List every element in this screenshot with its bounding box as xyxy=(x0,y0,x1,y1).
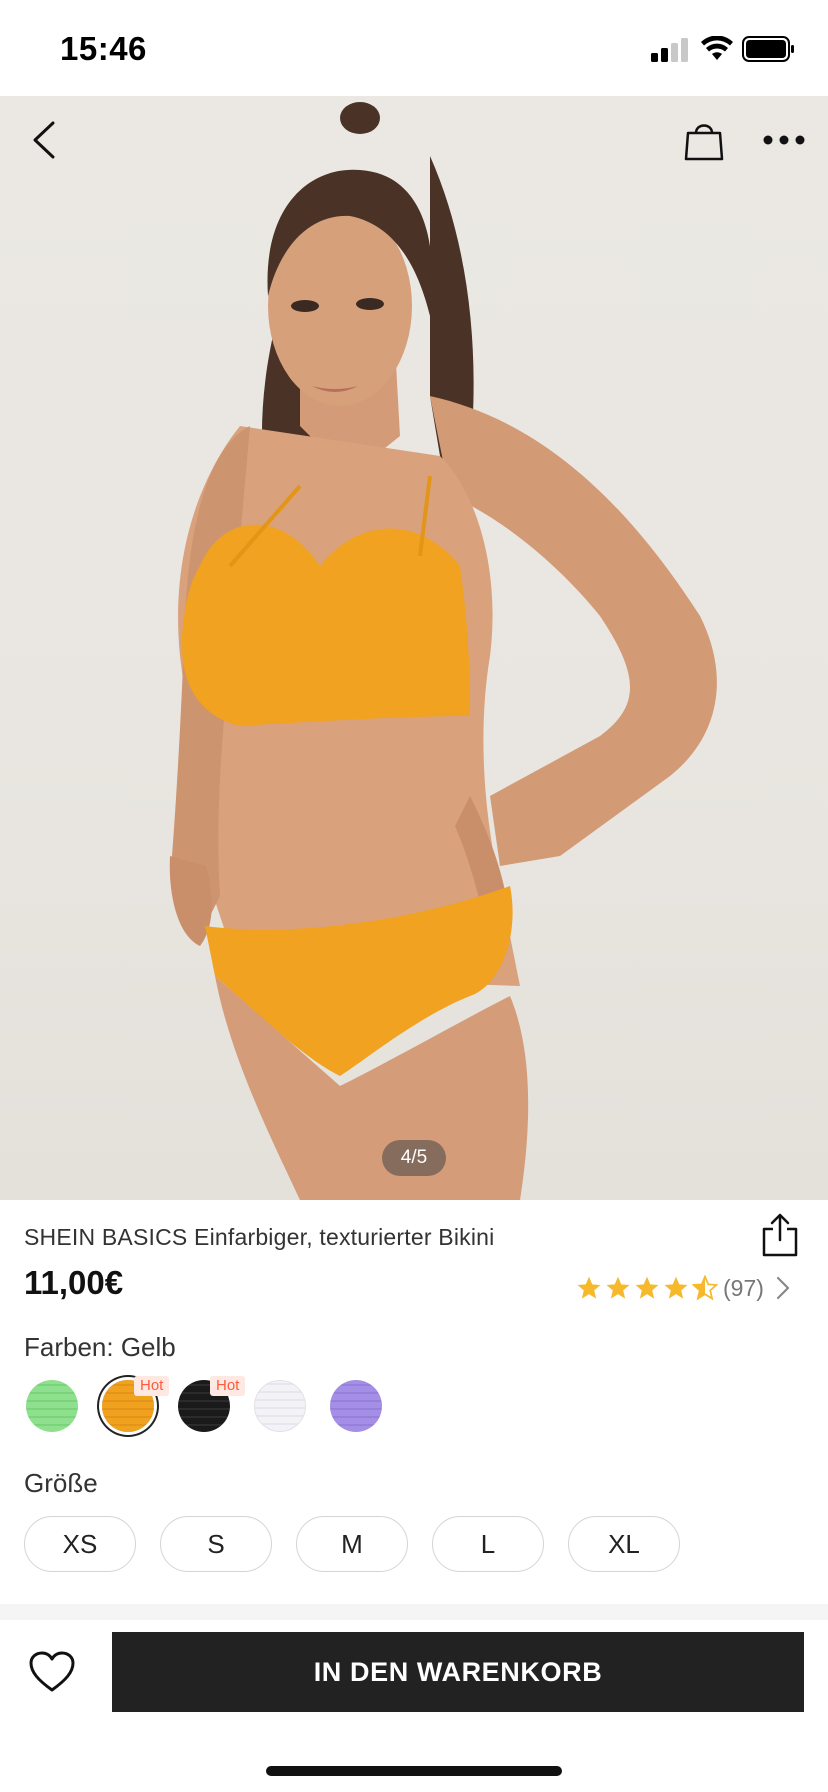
size-option-xl[interactable]: XL xyxy=(568,1516,680,1572)
size-option-m[interactable]: M xyxy=(296,1516,408,1572)
rating-summary[interactable]: (97) xyxy=(576,1270,792,1306)
more-horizontal-icon xyxy=(763,135,805,145)
star-icon xyxy=(577,1276,601,1299)
chevron-left-icon xyxy=(33,121,55,159)
wifi-icon xyxy=(701,36,733,60)
battery-icon xyxy=(742,36,794,62)
heart-icon xyxy=(29,1651,75,1692)
product-photo xyxy=(169,102,717,1200)
size-option-l[interactable]: L xyxy=(432,1516,544,1572)
size-option-xs[interactable]: XS xyxy=(24,1516,136,1572)
half-star-icon xyxy=(692,1275,718,1301)
home-indicator[interactable] xyxy=(266,1766,562,1776)
add-to-cart-button[interactable]: IN DEN WARENKORB xyxy=(112,1632,804,1712)
star-icon xyxy=(664,1276,688,1299)
chevron-right-icon xyxy=(776,1276,790,1300)
color-swatch-purple[interactable] xyxy=(330,1380,382,1432)
product-detail-screen: 15:46 4/5 SHEIN BASICS Einfarbiger, text… xyxy=(0,0,828,1792)
status-time: 15:46 xyxy=(60,30,147,67)
product-price: 11,00€ xyxy=(24,1264,124,1301)
wishlist-button[interactable] xyxy=(28,1650,76,1698)
share-icon xyxy=(762,1213,798,1257)
hot-badge: Hot xyxy=(134,1376,170,1396)
image-counter: 4/5 xyxy=(382,1140,446,1176)
color-swatch-green[interactable] xyxy=(26,1380,78,1432)
share-button[interactable] xyxy=(760,1212,800,1258)
product-image-gallery[interactable]: 4/5 xyxy=(0,96,828,1200)
size-option-s[interactable]: S xyxy=(160,1516,272,1572)
shopping-bag-button[interactable] xyxy=(680,116,728,164)
product-info: SHEIN BASICS Einfarbiger, texturierter B… xyxy=(0,1200,828,1604)
status-bar: 15:46 xyxy=(0,0,828,96)
bottom-action-bar: IN DEN WARENKORB xyxy=(0,1620,828,1792)
cellular-signal-icon xyxy=(651,38,688,62)
product-title: SHEIN BASICS Einfarbiger, texturierter B… xyxy=(24,1224,495,1250)
section-divider xyxy=(0,1604,828,1620)
rating-count: (97) xyxy=(723,1274,764,1301)
star-icon xyxy=(635,1276,659,1299)
hot-badge: Hot xyxy=(210,1376,246,1396)
size-label: Größe xyxy=(24,1468,98,1498)
color-swatch-white[interactable] xyxy=(254,1380,306,1432)
more-options-button[interactable] xyxy=(758,116,810,164)
star-icon xyxy=(606,1276,630,1299)
back-button[interactable] xyxy=(20,116,68,164)
shopping-bag-icon xyxy=(684,124,724,161)
colors-label: Farben: Gelb xyxy=(24,1332,176,1362)
